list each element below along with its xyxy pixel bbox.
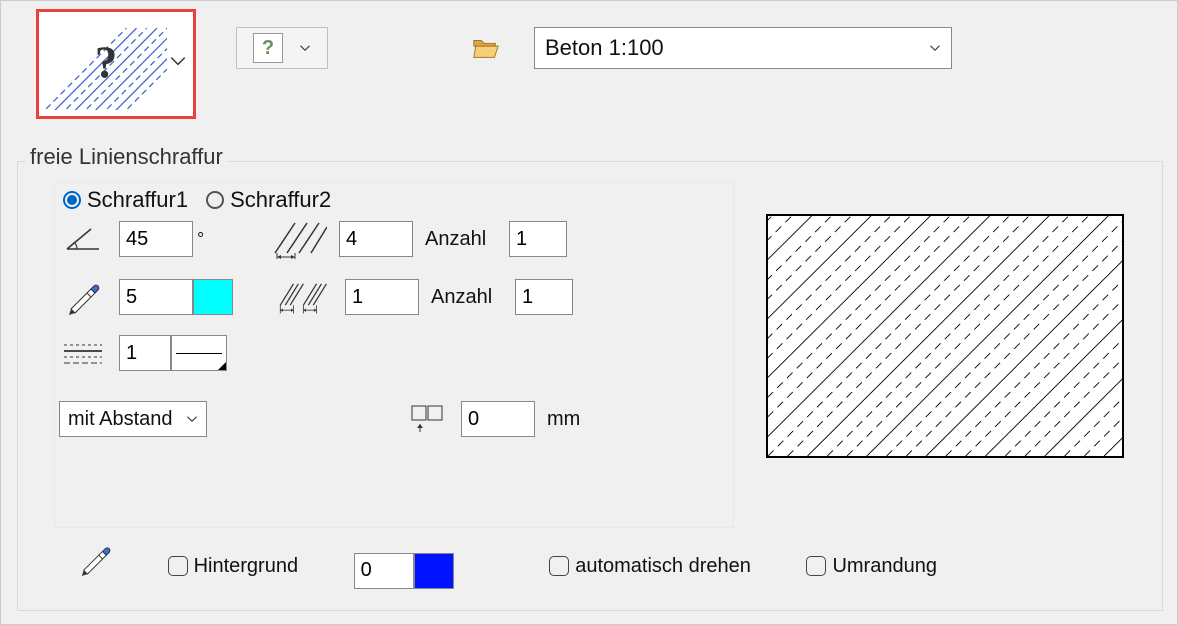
- spacing1-input[interactable]: [339, 221, 413, 257]
- row-spacing-mode: mit Abstand mm: [59, 401, 729, 437]
- hatch-style-picker[interactable]: ?: [36, 9, 196, 119]
- hatch-pattern-icon: ?: [45, 18, 167, 110]
- hatch-preview-pattern-icon: [768, 216, 1122, 456]
- tab-label: Schraffur2: [230, 187, 331, 213]
- background-label: Hintergrund: [194, 555, 299, 578]
- pen-icon[interactable]: [78, 542, 112, 582]
- count1-input[interactable]: [509, 221, 567, 257]
- checkbox-unchecked-icon: [168, 556, 188, 576]
- background-checkbox[interactable]: Hintergrund: [168, 555, 299, 578]
- linetype-swatch[interactable]: [171, 335, 227, 371]
- tab-label: Schraffur1: [87, 187, 188, 213]
- angle-input[interactable]: [119, 221, 193, 257]
- checkbox-unchecked-icon: [549, 556, 569, 576]
- hatch-preset-select[interactable]: Beton 1:100: [534, 27, 952, 69]
- hatch-preview: [766, 214, 1124, 458]
- free-line-hatch-group: freie Linienschraffur Schraffur1 Schraff…: [17, 161, 1163, 611]
- spacing-mode-select[interactable]: mit Abstand: [59, 401, 207, 437]
- pen-color-swatch[interactable]: [193, 279, 233, 315]
- radio-unselected-icon: [206, 191, 224, 209]
- angle-icon: [59, 225, 107, 253]
- count2-label: Anzahl: [431, 286, 503, 309]
- row-linetype: [59, 335, 729, 371]
- border-label: Umrandung: [832, 555, 937, 578]
- border-checkbox[interactable]: Umrandung: [806, 555, 937, 578]
- svg-text:?: ?: [95, 37, 117, 87]
- chevron-down-icon: [169, 52, 187, 70]
- tab-row: Schraffur1 Schraffur2: [55, 183, 733, 213]
- tab-schraffur2[interactable]: Schraffur2: [206, 187, 331, 213]
- count1-label: Anzahl: [425, 228, 497, 251]
- linetype-icon: [59, 341, 107, 365]
- element-info-dropdown[interactable]: ?: [236, 27, 328, 69]
- origin-offset-icon: [407, 402, 449, 436]
- radio-selected-icon: [63, 191, 81, 209]
- chevron-down-icon: [299, 42, 311, 54]
- spacing2-input[interactable]: [345, 279, 419, 315]
- chevron-down-icon: [186, 413, 198, 425]
- mm-unit: mm: [547, 408, 580, 431]
- auto-rotate-label: automatisch drehen: [575, 555, 751, 578]
- tab-body: ° Anzahl: [55, 213, 733, 521]
- checkbox-unchecked-icon: [806, 556, 826, 576]
- pen-icon: [59, 279, 107, 315]
- folder-open-icon[interactable]: [471, 33, 501, 63]
- group-title: freie Linienschraffur: [26, 144, 227, 170]
- tab-schraffur1[interactable]: Schraffur1: [63, 187, 188, 213]
- hatch-preset-value: Beton 1:100: [545, 35, 664, 61]
- chevron-down-icon: [929, 42, 941, 54]
- linetype-input[interactable]: [119, 335, 171, 371]
- hatch-settings-panel: ? ? Beton 1:100 fre: [1, 1, 1177, 624]
- spacing-mode-value: mit Abstand: [68, 408, 173, 431]
- group-spacing-icon: [277, 277, 333, 317]
- row-pen: Anzahl: [59, 277, 729, 317]
- auto-rotate-checkbox[interactable]: automatisch drehen: [549, 555, 751, 578]
- background-pen-input[interactable]: [354, 553, 414, 589]
- top-row: ? ? Beton 1:100: [36, 9, 1147, 119]
- hatch-layer-tabs: Schraffur1 Schraffur2 °: [54, 182, 734, 528]
- background-color-swatch[interactable]: [414, 553, 454, 589]
- pen-input[interactable]: [119, 279, 193, 315]
- degree-unit: °: [197, 229, 211, 250]
- origin-offset-input[interactable]: [461, 401, 535, 437]
- line-spacing-icon: [271, 219, 327, 259]
- bottom-row: Hintergrund automatisch drehen Umrandung: [78, 542, 1142, 589]
- question-mark-icon: ?: [253, 33, 283, 63]
- row-angle: ° Anzahl: [59, 219, 729, 259]
- count2-input[interactable]: [515, 279, 573, 315]
- hatch-style-preview: ?: [45, 18, 167, 110]
